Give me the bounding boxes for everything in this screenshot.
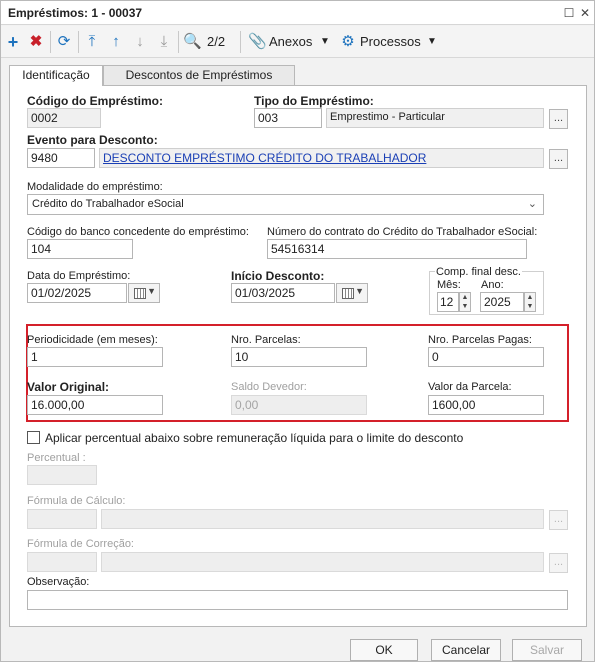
calendar-icon bbox=[342, 288, 354, 299]
parcelas-pagas-label: Nro. Parcelas Pagas: bbox=[428, 334, 532, 346]
comp-final-label: Comp. final desc. bbox=[435, 266, 522, 278]
parcelas-pagas-field[interactable]: 0 bbox=[428, 347, 544, 367]
observacao-field[interactable] bbox=[27, 590, 568, 610]
tipo-description-field: Emprestimo - Particular bbox=[326, 108, 544, 128]
chevron-down-icon: ⌄ bbox=[527, 198, 537, 210]
parcelas-label: Nro. Parcelas: bbox=[231, 334, 301, 346]
toolbar-separator bbox=[240, 31, 241, 53]
attachments-button[interactable]: Anexos bbox=[269, 32, 312, 52]
formula-correcao-label: Fórmula de Correção: bbox=[27, 538, 134, 550]
form-panel: Código do Empréstimo: 0002 Tipo do Empré… bbox=[9, 85, 587, 627]
percentual-field bbox=[27, 465, 97, 485]
banco-field[interactable]: 104 bbox=[27, 239, 133, 259]
toolbar: + ✖ ⟳ ⤒ ↑ ↓ ⤓ 🔍 2/2 📎 Anexos ▼ ⚙ Process… bbox=[1, 26, 594, 58]
calendar-icon bbox=[134, 288, 146, 299]
mes-stepper[interactable]: ▲ ▼ bbox=[459, 292, 471, 312]
saldo-devedor-field: 0,00 bbox=[231, 395, 367, 415]
chevron-down-icon[interactable]: ▼ bbox=[427, 32, 437, 52]
toolbar-separator bbox=[78, 31, 79, 53]
evento-lookup-button[interactable]: ... bbox=[549, 149, 568, 169]
save-button[interactable]: Salvar bbox=[512, 639, 582, 661]
modalidade-selected-value: Crédito do Trabalhador eSocial bbox=[32, 198, 184, 210]
ano-stepper[interactable]: ▲ ▼ bbox=[524, 292, 536, 312]
cancel-button[interactable]: Cancelar bbox=[431, 639, 501, 661]
aplicar-percentual-label: Aplicar percentual abaixo sobre remunera… bbox=[45, 431, 464, 445]
formula-calculo-code-field bbox=[27, 509, 97, 529]
formula-correcao-description-field bbox=[101, 552, 544, 572]
chevron-down-icon[interactable]: ▼ bbox=[320, 32, 330, 52]
add-icon[interactable]: + bbox=[5, 32, 21, 52]
evento-label: Evento para Desconto: bbox=[27, 133, 158, 147]
modalidade-label: Modalidade do empréstimo: bbox=[27, 181, 163, 193]
close-icon[interactable]: ✕ bbox=[576, 4, 594, 22]
tipo-code-field[interactable]: 003 bbox=[254, 108, 322, 128]
formula-calculo-lookup-button: ... bbox=[549, 510, 568, 530]
evento-description-link[interactable]: DESCONTO EMPRÉSTIMO CRÉDITO DO TRABALHAD… bbox=[99, 148, 544, 168]
paperclip-icon[interactable]: 📎 bbox=[248, 32, 267, 52]
formula-correcao-lookup-button: ... bbox=[549, 553, 568, 573]
title-bar: Empréstimos: 1 - 00037 ☐ ✕ bbox=[1, 1, 594, 25]
chevron-down-icon: ▼ bbox=[147, 286, 156, 296]
codigo-field[interactable]: 0002 bbox=[27, 108, 101, 128]
contrato-field[interactable]: 54516314 bbox=[267, 239, 527, 259]
toolbar-separator bbox=[178, 31, 179, 53]
codigo-label: Código do Empréstimo: bbox=[27, 94, 163, 108]
refresh-icon[interactable]: ⟳ bbox=[55, 32, 73, 52]
observacao-label: Observação: bbox=[27, 576, 90, 588]
delete-icon[interactable]: ✖ bbox=[28, 32, 44, 52]
ano-field[interactable]: 2025 bbox=[480, 292, 524, 312]
valor-parcela-label: Valor da Parcela: bbox=[428, 381, 512, 393]
banco-label: Código do banco concedente do empréstimo… bbox=[27, 226, 249, 238]
formula-calculo-label: Fórmula de Cálculo: bbox=[27, 495, 126, 507]
gear-icon[interactable]: ⚙ bbox=[340, 32, 356, 52]
caret-down-icon[interactable]: ▼ bbox=[525, 302, 535, 311]
saldo-devedor-label: Saldo Devedor: bbox=[231, 381, 307, 393]
contrato-label: Número do contrato do Crédito do Trabalh… bbox=[267, 226, 538, 238]
mes-field[interactable]: 12 bbox=[437, 292, 459, 312]
previous-record-icon[interactable]: ↑ bbox=[108, 32, 124, 52]
footer: OK Cancelar Salvar bbox=[1, 631, 594, 661]
percentual-label: Percentual : bbox=[27, 452, 86, 464]
valor-original-field[interactable]: 16.000,00 bbox=[27, 395, 163, 415]
aplicar-percentual-checkbox[interactable] bbox=[27, 431, 40, 444]
modalidade-select[interactable]: Crédito do Trabalhador eSocial ⌄ bbox=[27, 194, 544, 215]
tab-identificacao[interactable]: Identificação bbox=[9, 65, 103, 86]
loan-window: Empréstimos: 1 - 00037 ☐ ✕ + ✖ ⟳ ⤒ ↑ ↓ ⤓… bbox=[0, 0, 595, 662]
valor-original-label: Valor Original: bbox=[27, 380, 110, 394]
caret-up-icon[interactable]: ▲ bbox=[525, 293, 535, 302]
parcelas-field[interactable]: 10 bbox=[231, 347, 367, 367]
formula-calculo-description-field bbox=[101, 509, 544, 529]
toolbar-separator bbox=[50, 31, 51, 53]
data-emprestimo-label: Data do Empréstimo: bbox=[27, 270, 131, 282]
last-record-icon[interactable]: ⤓ bbox=[156, 32, 172, 52]
caret-up-icon[interactable]: ▲ bbox=[460, 293, 470, 302]
evento-code-field[interactable]: 9480 bbox=[27, 148, 95, 168]
periodicidade-field[interactable]: 1 bbox=[27, 347, 163, 367]
ano-label: Ano: bbox=[481, 279, 504, 291]
window-title: Empréstimos: 1 - 00037 bbox=[8, 6, 143, 20]
tipo-lookup-button[interactable]: ... bbox=[549, 109, 568, 129]
chevron-down-icon: ▼ bbox=[355, 286, 364, 296]
calendar-button[interactable]: ▼ bbox=[336, 283, 368, 303]
tipo-label: Tipo do Empréstimo: bbox=[254, 94, 374, 108]
periodicidade-label: Periodicidade (em meses): bbox=[27, 334, 158, 346]
tab-descontos[interactable]: Descontos de Empréstimos bbox=[103, 65, 295, 86]
data-emprestimo-field[interactable]: 01/02/2025 bbox=[27, 283, 127, 303]
first-record-icon[interactable]: ⤒ bbox=[84, 32, 100, 52]
inicio-desconto-label: Início Desconto: bbox=[231, 269, 325, 283]
mes-label: Mês: bbox=[437, 279, 461, 291]
record-counter: 2/2 bbox=[207, 34, 226, 49]
calendar-button[interactable]: ▼ bbox=[128, 283, 160, 303]
ok-button[interactable]: OK bbox=[350, 639, 418, 661]
search-icon[interactable]: 🔍 bbox=[183, 32, 202, 52]
inicio-desconto-field[interactable]: 01/03/2025 bbox=[231, 283, 335, 303]
formula-correcao-code-field bbox=[27, 552, 97, 572]
next-record-icon[interactable]: ↓ bbox=[132, 32, 148, 52]
processes-button[interactable]: Processos bbox=[360, 32, 421, 52]
valor-parcela-field[interactable]: 1600,00 bbox=[428, 395, 544, 415]
caret-down-icon[interactable]: ▼ bbox=[460, 302, 470, 311]
